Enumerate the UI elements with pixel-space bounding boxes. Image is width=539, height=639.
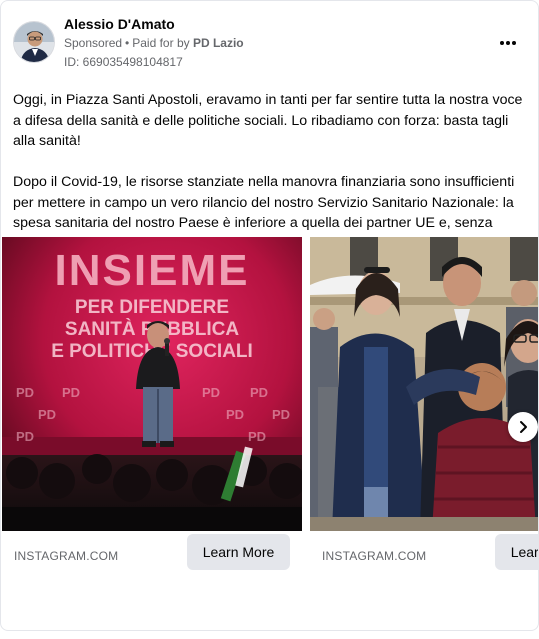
pd-logo-mark: PD <box>272 407 290 422</box>
more-options-button[interactable] <box>494 31 522 55</box>
more-dots-icon <box>512 41 516 45</box>
profile-photo <box>14 22 54 62</box>
carousel-card-footer: INSTAGRAM.COM Learn More <box>2 531 302 582</box>
advertiser-name[interactable]: Alessio D'Amato <box>64 16 175 32</box>
carousel-next-button[interactable] <box>508 412 538 442</box>
meta-separator: • <box>125 36 130 50</box>
pd-logo-mark: PD <box>38 407 56 422</box>
more-dots-icon <box>500 41 504 45</box>
pd-logo-mark: PD <box>226 407 244 422</box>
learn-more-button[interactable]: Learn More <box>187 534 290 570</box>
ad-card: Alessio D'Amato Sponsored • Paid for by PD… <box>0 0 539 631</box>
carousel-image-street-crowd[interactable] <box>310 237 538 531</box>
learn-more-button[interactable]: Learn More <box>495 534 538 570</box>
sponsored-label: Sponsored <box>64 36 123 50</box>
pd-logo-mark: PD <box>62 385 80 400</box>
ad-header: Alessio D'Amato Sponsored • Paid for by PD… <box>13 15 528 71</box>
payer-name[interactable]: PD Lazio <box>193 36 244 50</box>
link-domain[interactable]: INSTAGRAM.COM <box>322 549 426 563</box>
poster-line: PER DIFENDERE <box>75 297 229 318</box>
carousel-card: INSIEME PER DIFENDERE SANITÀ PUBBLICA E … <box>2 237 302 582</box>
carousel-image-rally-stage[interactable]: INSIEME PER DIFENDERE SANITÀ PUBBLICA E … <box>2 237 302 531</box>
pd-logo-mark: PD <box>250 385 268 400</box>
pd-logo-mark: PD <box>16 429 34 444</box>
pd-logo-mark: PD <box>16 385 34 400</box>
post-body: Oggi, in Piazza Santi Apostoli, eravamo … <box>13 90 528 254</box>
advertiser-avatar[interactable] <box>13 21 55 63</box>
link-domain[interactable]: INSTAGRAM.COM <box>14 549 118 563</box>
carousel-card-footer: INSTAGRAM.COM Learn More <box>310 531 538 582</box>
post-paragraph: Oggi, in Piazza Santi Apostoli, eravamo … <box>13 92 523 149</box>
sponsored-line: Sponsored • Paid for by PD Lazio <box>64 36 244 50</box>
media-carousel: INSIEME PER DIFENDERE SANITÀ PUBBLICA E … <box>1 237 538 582</box>
poster-title: INSIEME <box>55 246 250 295</box>
paid-for-label: Paid for by <box>132 36 190 50</box>
pd-logo-mark: PD <box>248 429 266 444</box>
pd-logo-mark: PD <box>202 385 220 400</box>
carousel-card: INSTAGRAM.COM Learn More <box>310 237 538 582</box>
ad-id: ID: 669035498104817 <box>64 55 183 69</box>
chevron-right-icon <box>520 421 527 433</box>
more-dots-icon <box>506 41 510 45</box>
